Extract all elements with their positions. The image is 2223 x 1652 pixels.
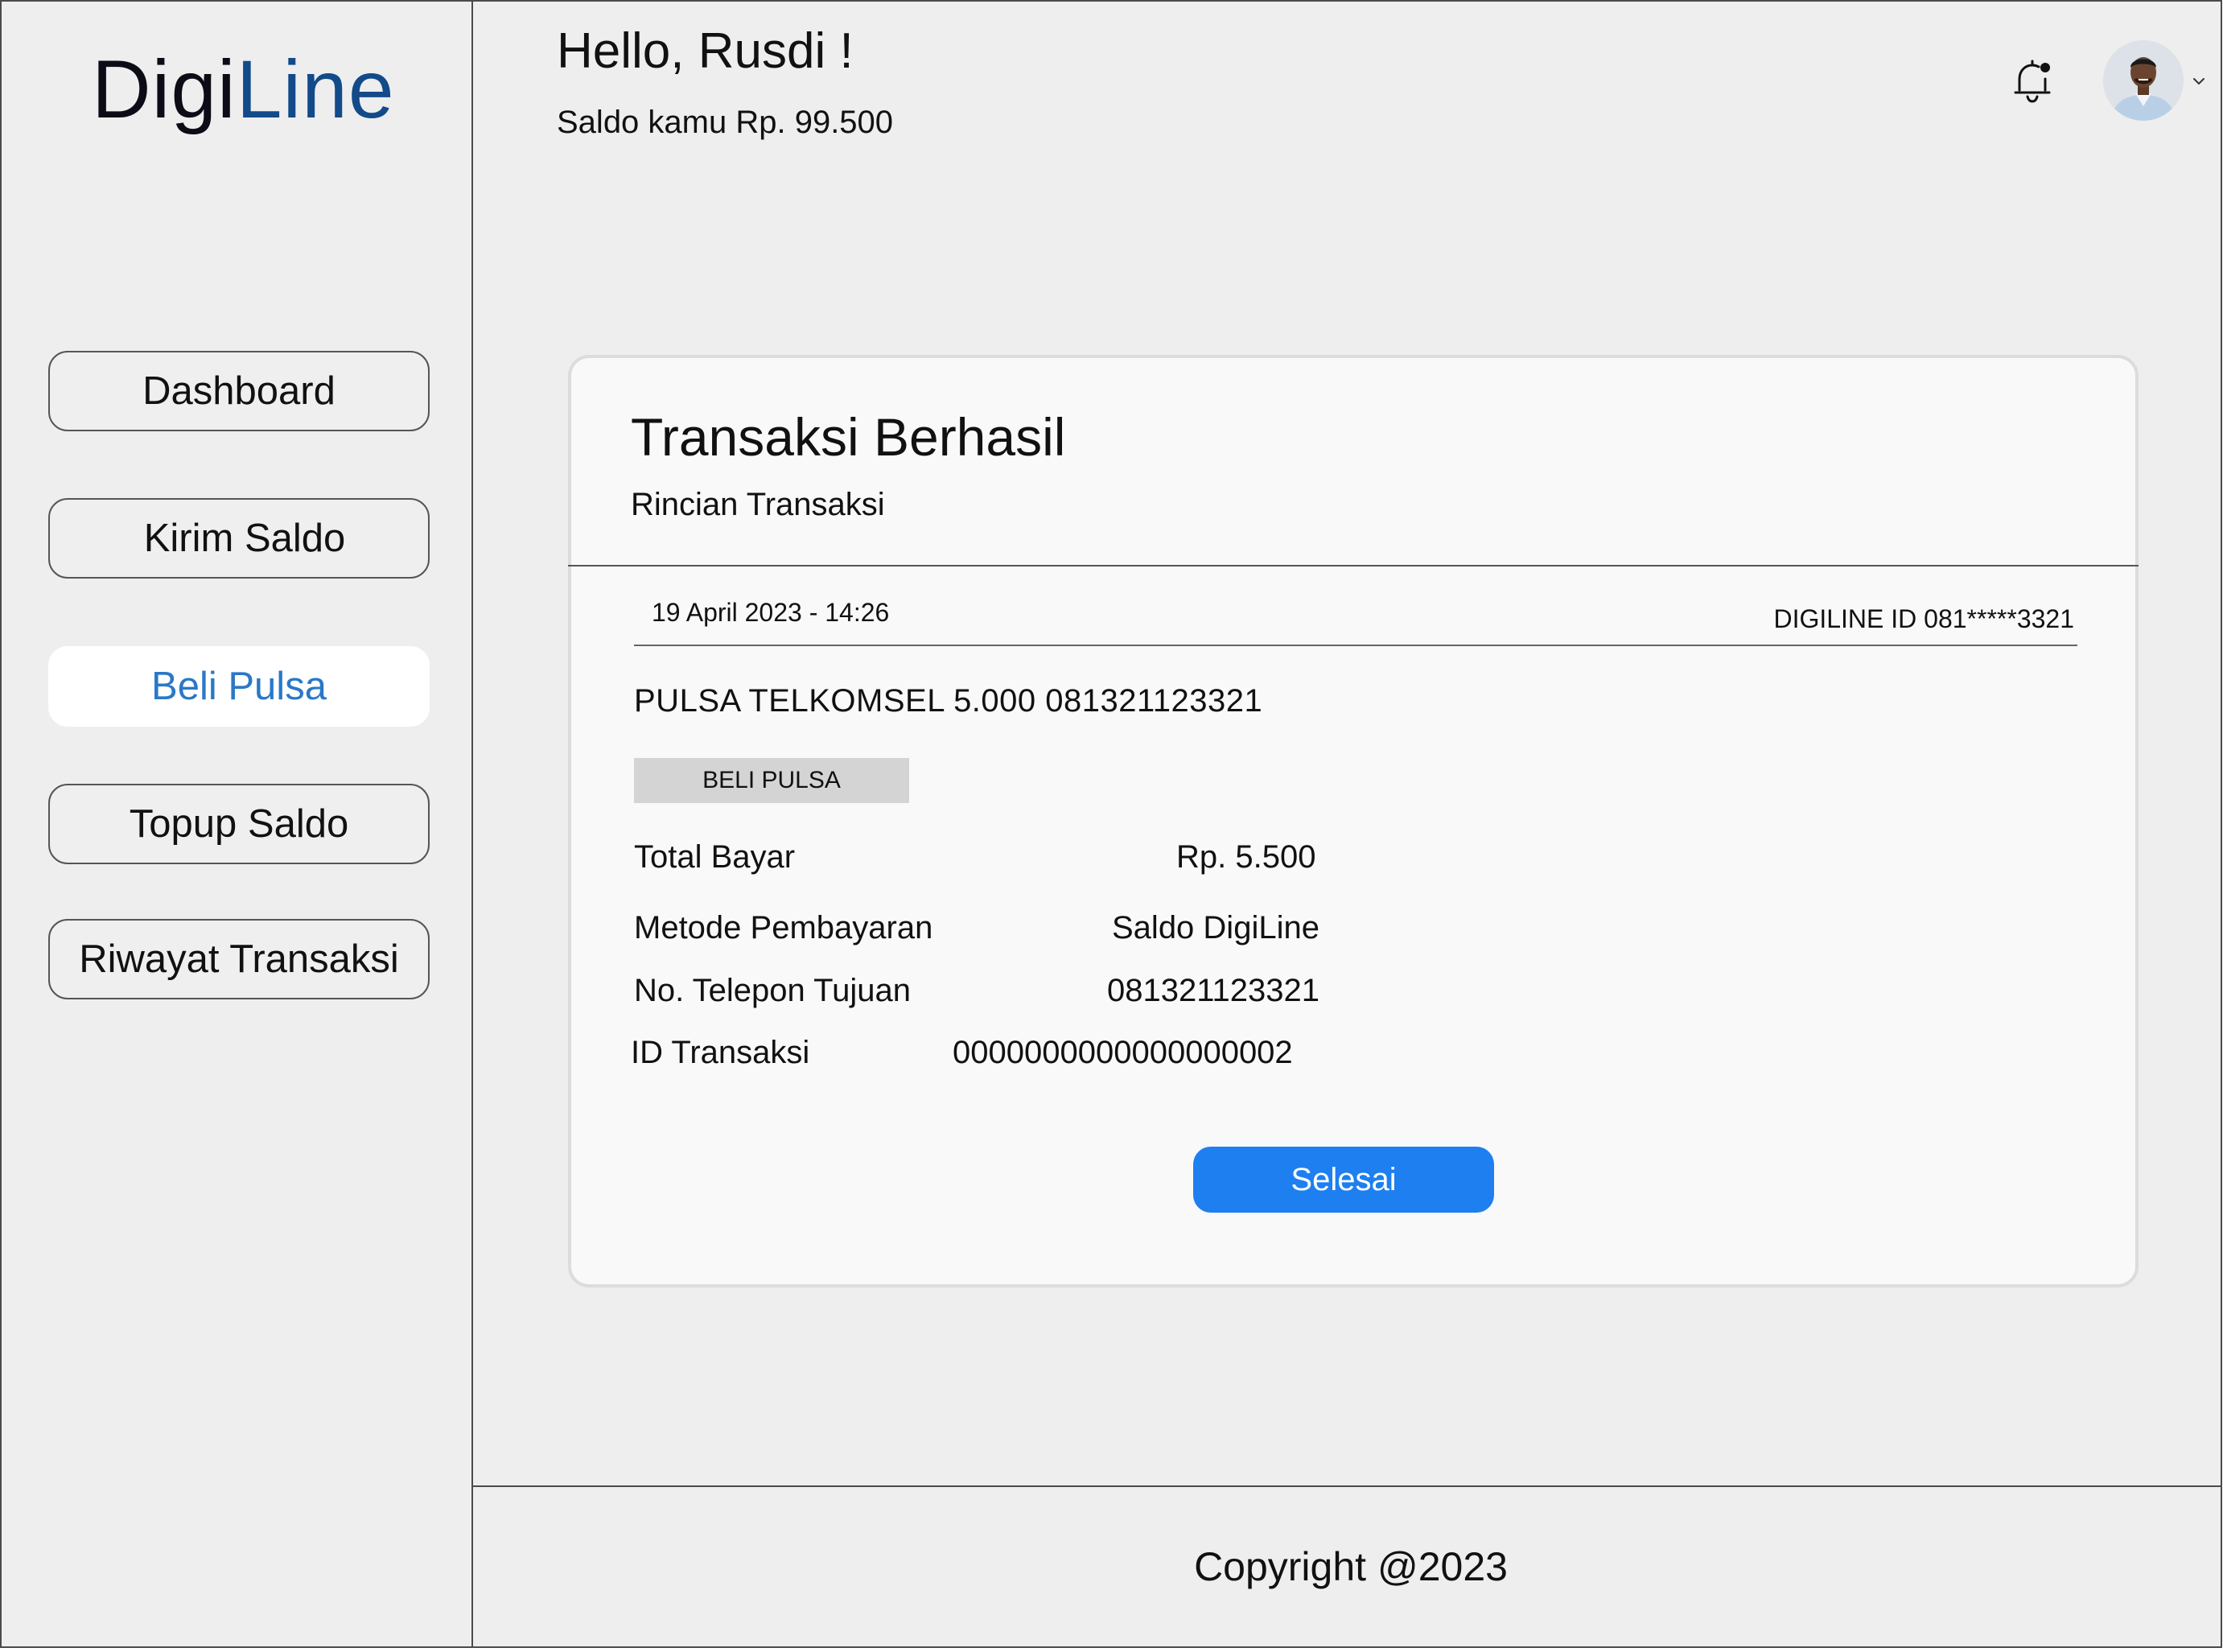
metode-pembayaran-label: Metode Pembayaran xyxy=(634,910,933,945)
bell-icon[interactable] xyxy=(2007,55,2058,106)
profile-menu[interactable] xyxy=(2103,40,2208,124)
top-header: Hello, Rusdi ! Saldo kamu Rp. 99.500 xyxy=(471,0,2222,159)
greeting-text: Hello, Rusdi ! xyxy=(557,23,854,79)
id-transaksi-label: ID Transaksi xyxy=(631,1035,810,1070)
tag-label: BELI PULSA xyxy=(702,767,841,793)
id-transaksi-value: 0000000000000000002 xyxy=(953,1035,1293,1070)
chevron-down-icon[interactable] xyxy=(2190,72,2208,90)
sidebar-item-beli-pulsa[interactable]: Beli Pulsa xyxy=(48,646,430,727)
logo-text-line: Line xyxy=(236,43,395,135)
sidebar-item-label: Riwayat Transaksi xyxy=(79,937,399,981)
meta-divider xyxy=(634,645,2077,646)
total-bayar-value: Rp. 5.500 xyxy=(1176,839,1316,875)
sidebar-item-dashboard[interactable]: Dashboard xyxy=(48,351,430,431)
selesai-button[interactable]: Selesai xyxy=(1193,1147,1494,1213)
no-telepon-label: No. Telepon Tujuan xyxy=(634,973,911,1008)
total-bayar-label: Total Bayar xyxy=(634,839,796,875)
sidebar-item-topup-saldo[interactable]: Topup Saldo xyxy=(48,784,430,864)
logo-text-digi: Digi xyxy=(92,43,237,135)
footer: Copyright @2023 xyxy=(471,1485,2222,1648)
product-name: PULSA TELKOMSEL 5.000 081321123321 xyxy=(634,683,1263,719)
app-logo[interactable]: DigiLine xyxy=(92,48,395,130)
digiline-id: DIGILINE ID 081*****3321 xyxy=(1773,604,2074,633)
sidebar-item-label: Beli Pulsa xyxy=(151,665,327,708)
transaction-datetime: 19 April 2023 - 14:26 xyxy=(652,598,890,627)
metode-pembayaran-value: Saldo DigiLine xyxy=(1112,910,1319,945)
receipt-divider xyxy=(568,565,2139,566)
selesai-button-label: Selesai xyxy=(1291,1161,1397,1197)
no-telepon-value: 081321123321 xyxy=(1107,973,1319,1008)
balance-text: Saldo kamu Rp. 99.500 xyxy=(557,105,894,140)
sidebar-item-label: Dashboard xyxy=(142,369,336,413)
transaction-receipt-card: Transaksi Berhasil Rincian Transaksi 19 … xyxy=(568,355,2139,1287)
sidebar-item-riwayat-transaksi[interactable]: Riwayat Transaksi xyxy=(48,919,430,999)
sidebar-item-label: Topup Saldo xyxy=(129,802,349,846)
avatar xyxy=(2103,40,2184,121)
sidebar-item-label: Kirim Saldo xyxy=(143,517,346,560)
transaction-type-tag: BELI PULSA xyxy=(634,758,909,803)
copyright-text: Copyright @2023 xyxy=(1194,1544,1508,1589)
sidebar-item-kirim-saldo[interactable]: Kirim Saldo xyxy=(48,498,430,579)
receipt-subtitle: Rincian Transaksi xyxy=(631,487,885,522)
receipt-title: Transaksi Berhasil xyxy=(631,407,1066,467)
sidebar: DigiLine Dashboard Kirim Saldo Beli Puls… xyxy=(0,0,473,1648)
